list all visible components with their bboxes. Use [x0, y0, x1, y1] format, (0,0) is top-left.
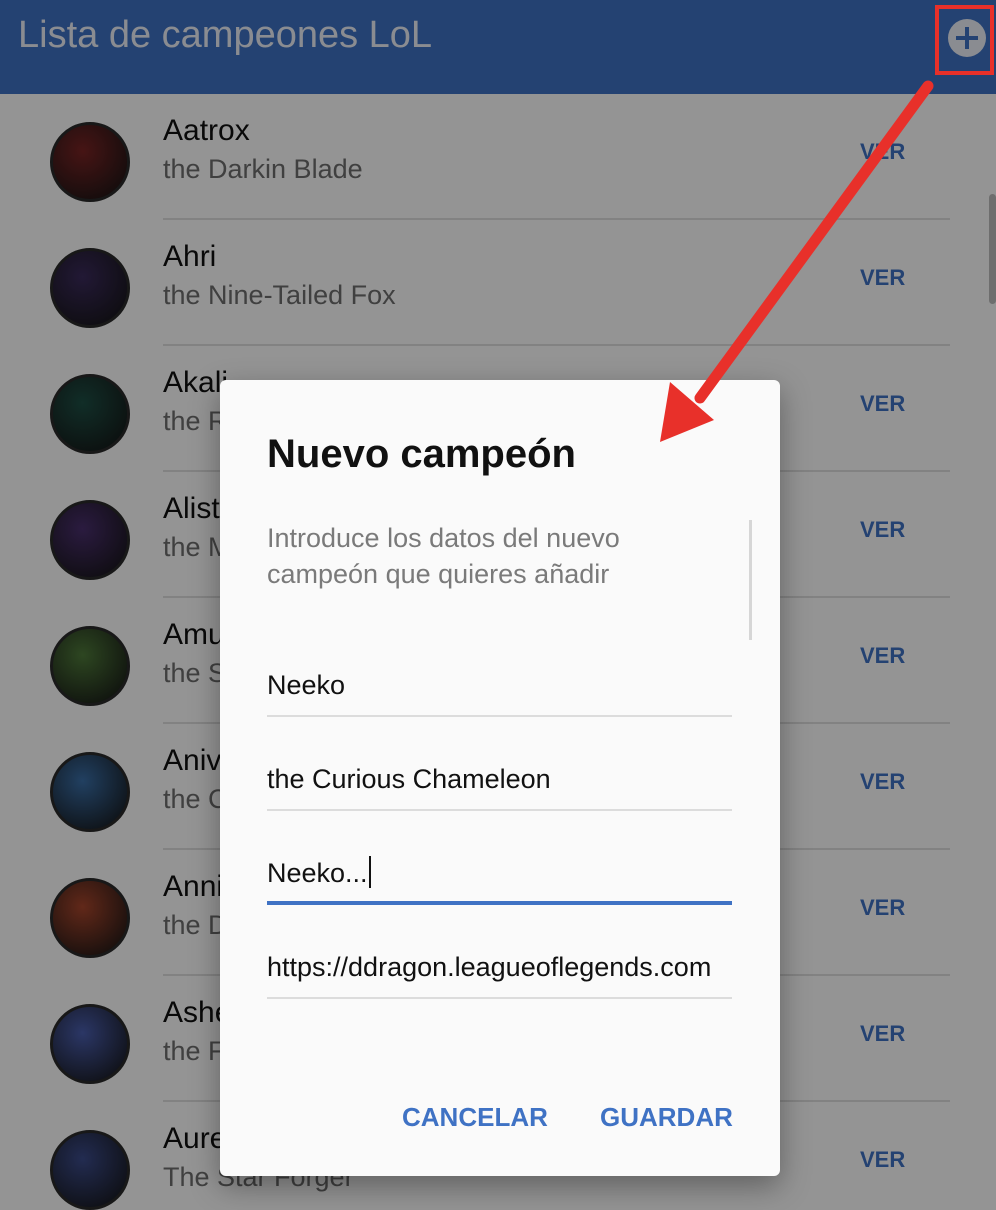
cancel-button[interactable]: CANCELAR	[402, 1102, 548, 1133]
save-button[interactable]: GUARDAR	[600, 1102, 733, 1133]
field-underline	[267, 997, 732, 999]
image-url-field	[267, 939, 732, 999]
field-underline	[267, 809, 732, 811]
field-underline	[267, 715, 732, 717]
dialog-description: Introduce los datos del nuevo campeón qu…	[267, 523, 620, 589]
title-field	[267, 751, 732, 811]
dialog-scrollbar[interactable]	[749, 520, 752, 640]
description-input[interactable]	[267, 845, 732, 901]
dialog-title: Nuevo campeón	[267, 432, 576, 476]
name-input[interactable]	[267, 657, 732, 713]
annotation-highlight-box	[935, 5, 994, 75]
image-url-input[interactable]	[267, 939, 732, 995]
description-field	[267, 845, 732, 905]
new-champion-dialog: Nuevo campeón Introduce los datos del nu…	[220, 380, 780, 1176]
text-caret	[369, 856, 371, 888]
name-field	[267, 657, 732, 717]
field-underline-focused	[267, 901, 732, 905]
title-input[interactable]	[267, 751, 732, 807]
